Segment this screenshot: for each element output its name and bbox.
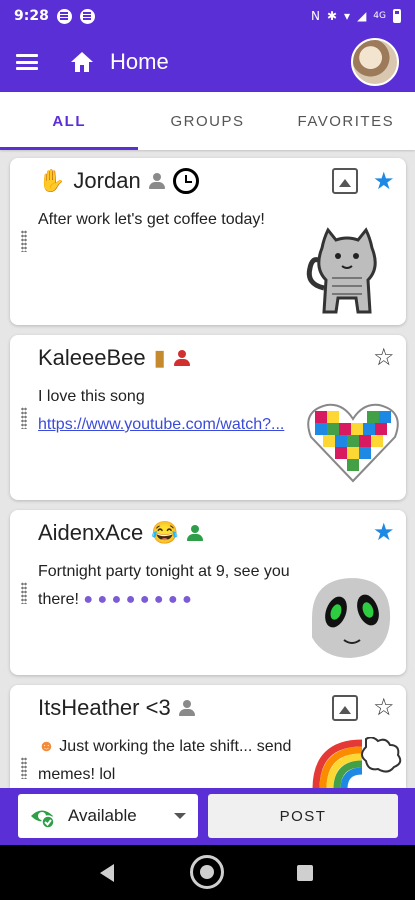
- status-dropdown[interactable]: Available: [18, 794, 198, 838]
- network-type: 4G: [373, 11, 386, 21]
- post-card[interactable]: ItsHeather <3 ☻ Just working the late sh…: [10, 685, 406, 788]
- cat-sticker: [306, 227, 377, 314]
- status-time: 9:28: [14, 8, 49, 24]
- post-author: Jordan: [73, 168, 141, 193]
- post-message-text: I love this song: [38, 388, 145, 405]
- post-button[interactable]: POST: [208, 794, 398, 838]
- drag-handle[interactable]: [21, 407, 27, 429]
- post-author: KaleeeBee: [38, 345, 146, 370]
- system-nav-bar: [0, 845, 415, 900]
- post-message: I love this song https://www.youtube.com…: [38, 383, 300, 439]
- tab-all[interactable]: ALL: [0, 92, 139, 150]
- drag-handle[interactable]: [21, 230, 27, 252]
- person-icon: [173, 350, 190, 366]
- menu-icon[interactable]: [16, 54, 38, 70]
- favorite-star-icon[interactable]: ☆: [373, 695, 395, 719]
- alarm-clock-icon: [172, 168, 199, 194]
- person-icon: [148, 173, 165, 189]
- home-icon[interactable]: [70, 51, 94, 73]
- post-message: After work let's get coffee today!: [38, 211, 265, 228]
- image-icon[interactable]: [332, 695, 358, 721]
- visible-eye-icon: [31, 810, 54, 828]
- post-author: AidenxAce: [38, 520, 144, 545]
- signal-icon: ◢: [357, 9, 367, 23]
- notification-icon: [79, 8, 95, 24]
- favorite-star-icon[interactable]: ★: [373, 520, 395, 544]
- person-icon: [186, 525, 203, 541]
- drag-handle[interactable]: [21, 582, 27, 604]
- app-bar: Home: [0, 32, 415, 92]
- book-emoji: ▮: [153, 345, 166, 370]
- image-icon[interactable]: [332, 168, 358, 194]
- back-icon[interactable]: [100, 864, 114, 882]
- alien-sticker: [308, 573, 395, 663]
- drag-handle[interactable]: [21, 757, 27, 779]
- post-card[interactable]: ✋ Jordan After work let's get coffee tod…: [10, 158, 406, 325]
- battery-icon: [393, 9, 401, 23]
- tab-bar: ALL GROUPS FAVORITES: [0, 92, 415, 150]
- post-card[interactable]: AidenxAce 😂 Fortnight party tonight at 9…: [10, 510, 406, 675]
- post-message-text: Just working the late shift... send meme…: [38, 738, 292, 783]
- home-circle-icon[interactable]: [190, 855, 224, 889]
- laughing-emoji: 😂: [151, 520, 179, 545]
- status-bar: 9:28 N ✱ ▾ ◢ 4G: [0, 0, 415, 32]
- person-icon: [178, 700, 195, 716]
- post-link[interactable]: https://www.youtube.com/watch?...: [38, 416, 284, 433]
- page-title: Home: [110, 49, 169, 74]
- tab-favorites[interactable]: FAVORITES: [277, 92, 415, 150]
- post-message: Fortnight party tonight at 9, see you th…: [38, 558, 300, 614]
- favorite-star-icon[interactable]: ★: [373, 169, 395, 193]
- notification-icon: [56, 8, 72, 24]
- heart-eyes-emoji: ☻: [38, 738, 55, 755]
- rainbow-sticker: [312, 737, 402, 788]
- tab-groups[interactable]: GROUPS: [138, 92, 276, 150]
- heart-sticker: [307, 403, 399, 483]
- chevron-down-icon: [174, 813, 186, 819]
- post-author: ItsHeather <3: [38, 695, 171, 720]
- post-message: ☻ Just working the late shift... send me…: [38, 733, 300, 788]
- bottom-bar: Available POST: [0, 788, 415, 845]
- bluetooth-icon: ✱: [326, 9, 338, 23]
- recent-apps-icon[interactable]: [297, 865, 313, 881]
- avatar[interactable]: [351, 38, 399, 86]
- status-label: Available: [68, 806, 137, 825]
- post-card[interactable]: KaleeeBee ▮ I love this song https://www…: [10, 335, 406, 500]
- nfc-icon: N: [310, 9, 320, 23]
- wifi-icon: ▾: [344, 9, 351, 23]
- raised-hand-emoji: ✋: [38, 168, 66, 193]
- emoji-row: ● ● ● ● ● ● ● ●: [83, 591, 192, 608]
- favorite-star-icon[interactable]: ☆: [373, 345, 395, 369]
